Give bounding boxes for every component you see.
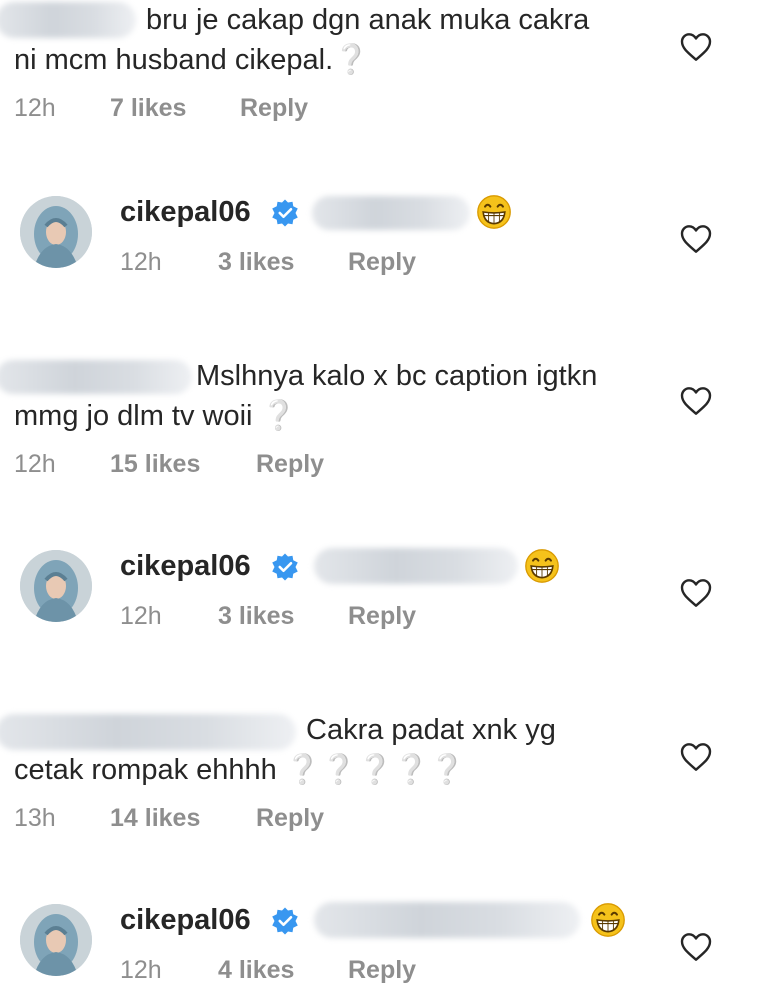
comment-text: Mslhnya kalo x bc caption igtkn — [196, 360, 598, 392]
comment-text: Cakra padat xnk yg — [306, 714, 556, 746]
grinning-face-emoji — [590, 902, 626, 938]
heart-outline-icon[interactable] — [680, 932, 712, 962]
comment-text: cetak rompak ehhhh ❔❔❔❔❔ — [14, 754, 466, 786]
likes-count[interactable]: 7 likes — [110, 94, 186, 123]
heart-outline-icon[interactable] — [680, 224, 712, 254]
reply-button[interactable]: Reply — [256, 804, 324, 833]
blurred-username — [0, 714, 296, 750]
heart-outline-icon[interactable] — [680, 578, 712, 608]
timestamp: 12h — [14, 450, 56, 478]
likes-count[interactable]: 3 likes — [218, 248, 294, 277]
avatar[interactable] — [20, 904, 92, 976]
blurred-mention — [314, 548, 518, 584]
comment-text: mmg jo dlm tv woii ❔ — [14, 400, 297, 432]
verified-badge-icon — [270, 198, 300, 228]
heart-outline-icon[interactable] — [680, 32, 712, 62]
timestamp: 12h — [120, 956, 162, 984]
reply-button[interactable]: Reply — [348, 956, 416, 985]
blurred-mention — [312, 196, 470, 230]
comment-text: ni mcm husband cikepal.❔ — [14, 44, 370, 76]
comment-username[interactable]: cikepal06 — [120, 900, 251, 940]
likes-count[interactable]: 3 likes — [218, 602, 294, 631]
grinning-face-emoji — [524, 548, 560, 584]
likes-count[interactable]: 15 likes — [110, 450, 200, 479]
timestamp: 12h — [120, 602, 162, 630]
avatar[interactable] — [20, 196, 92, 268]
likes-count[interactable]: 4 likes — [218, 956, 294, 985]
avatar[interactable] — [20, 550, 92, 622]
comment-username[interactable]: cikepal06 — [120, 546, 251, 586]
grinning-face-emoji — [476, 194, 512, 230]
blurred-mention — [314, 902, 580, 938]
reply-button[interactable]: Reply — [256, 450, 324, 479]
blurred-username — [0, 2, 136, 38]
heart-outline-icon[interactable] — [680, 386, 712, 416]
blurred-username — [0, 360, 192, 394]
timestamp: 13h — [14, 804, 56, 832]
timestamp: 12h — [14, 94, 56, 122]
verified-badge-icon — [270, 552, 300, 582]
comment-text: bru je cakap dgn anak muka cakra — [146, 4, 590, 36]
comment-username[interactable]: cikepal06 — [120, 192, 251, 232]
reply-button[interactable]: Reply — [348, 602, 416, 631]
heart-outline-icon[interactable] — [680, 742, 712, 772]
reply-button[interactable]: Reply — [240, 94, 308, 123]
verified-badge-icon — [270, 906, 300, 936]
reply-button[interactable]: Reply — [348, 248, 416, 277]
timestamp: 12h — [120, 248, 162, 276]
likes-count[interactable]: 14 likes — [110, 804, 200, 833]
